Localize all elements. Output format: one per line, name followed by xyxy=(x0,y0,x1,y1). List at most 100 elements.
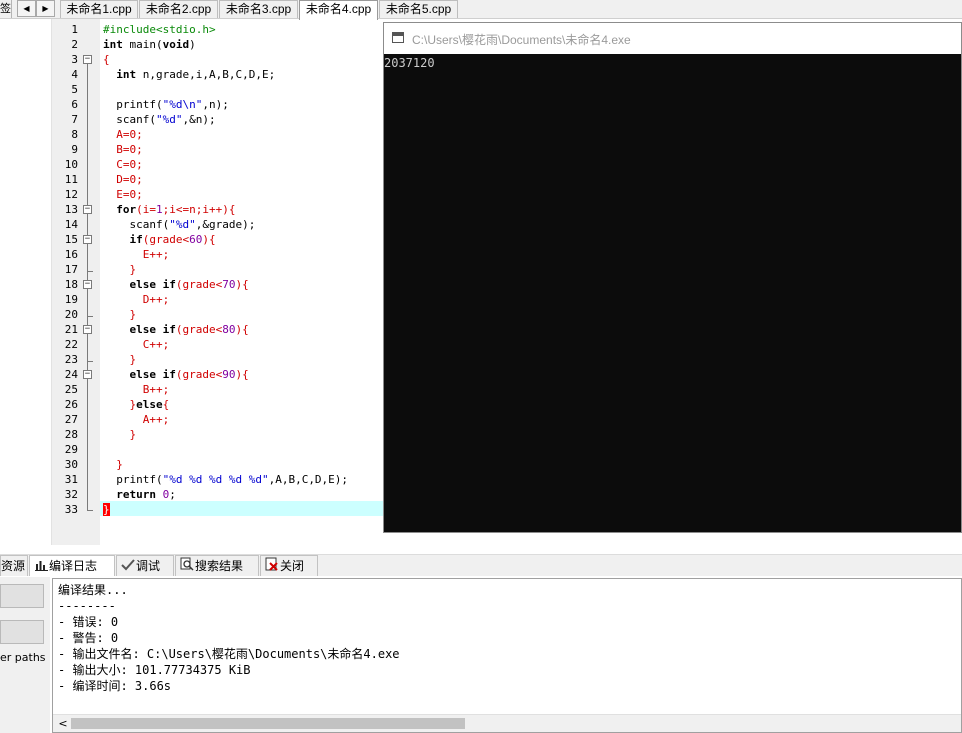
code-line-4: int n,grade,i,A,B,C,D,E; xyxy=(103,68,276,81)
code-line-28: } xyxy=(103,428,137,441)
line-number: 10 xyxy=(64,158,78,171)
line-number: 21 xyxy=(64,323,78,336)
line-number: 2 xyxy=(71,38,78,51)
line-number: 17 xyxy=(64,263,78,276)
log-line: - 编译时间: 3.66s xyxy=(58,679,172,693)
code-line-21: else if(grade<80){ xyxy=(103,323,249,336)
line-number: 20 xyxy=(64,308,78,321)
line-number: 6 xyxy=(71,98,78,111)
line-number: 18 xyxy=(64,278,78,291)
code-line-33: } xyxy=(103,503,110,516)
tab-file-1[interactable]: 未命名1.cpp xyxy=(60,0,138,18)
fold-end-line-23 xyxy=(87,361,93,362)
code-line-23: } xyxy=(103,353,137,366)
fold-end-line-20 xyxy=(87,316,93,317)
log-line: - 错误: 0 xyxy=(58,615,119,629)
code-line-11: D=0; xyxy=(103,173,143,186)
fold-toggle-line-21[interactable]: − xyxy=(83,325,92,334)
code-line-30: } xyxy=(103,458,123,471)
fold-toggle-line-13[interactable]: − xyxy=(83,205,92,214)
fold-toggle-line-18[interactable]: − xyxy=(83,280,92,289)
log-line: - 输出文件名: C:\Users\樱花雨\Documents\未命名4.exe xyxy=(58,647,400,661)
tab-scroll-right-button[interactable]: ▶ xyxy=(36,0,55,17)
log-line: -------- xyxy=(58,599,116,613)
scroll-thumb[interactable] xyxy=(71,718,465,729)
console-body[interactable]: 2037120 xyxy=(384,54,961,532)
line-number: 14 xyxy=(64,218,78,231)
fold-end-line-33 xyxy=(87,510,93,511)
compile-log[interactable]: 编译结果... -------- - 错误: 0 - 警告: 0 - 输出文件名… xyxy=(52,578,962,733)
fold-toggle-line-24[interactable]: − xyxy=(83,370,92,379)
line-number: 32 xyxy=(64,488,78,501)
code-line-10: C=0; xyxy=(103,158,143,171)
console-window[interactable]: C:\Users\樱花雨\Documents\未命名4.exe 2037120 xyxy=(383,22,962,533)
log-line: - 输出大小: 101.77734375 KiB xyxy=(58,663,251,677)
line-number: 4 xyxy=(71,68,78,81)
tab-left-stub[interactable]: 签 xyxy=(0,0,12,18)
search-icon xyxy=(179,557,195,577)
line-number: 27 xyxy=(64,413,78,426)
line-number: 7 xyxy=(71,113,78,126)
tab-scroll-left-button[interactable]: ◀ xyxy=(17,0,36,17)
line-number: 11 xyxy=(64,173,78,186)
compile-option-button-1[interactable] xyxy=(0,584,44,608)
scroll-left-arrow[interactable]: < xyxy=(56,716,70,731)
console-title: C:\Users\樱花雨\Documents\未命名4.exe xyxy=(412,33,631,47)
line-number: 31 xyxy=(64,473,78,486)
compile-option-button-2[interactable] xyxy=(0,620,44,644)
code-line-7: scanf("%d",&n); xyxy=(103,113,216,126)
code-line-26: }else{ xyxy=(103,398,170,411)
checkmark-icon xyxy=(120,557,136,577)
tab-resources[interactable]: 资源 xyxy=(0,555,28,576)
log-horizontal-scrollbar[interactable]: < xyxy=(53,714,961,732)
line-number: 28 xyxy=(64,428,78,441)
code-line-22: C++; xyxy=(103,338,170,351)
line-number: 1 xyxy=(71,23,78,36)
line-number: 8 xyxy=(71,128,78,141)
tab-search-results[interactable]: 搜索结果 xyxy=(175,555,259,576)
tab-file-2[interactable]: 未命名2.cpp xyxy=(139,0,218,18)
code-line-20: } xyxy=(103,308,137,321)
log-line: - 警告: 0 xyxy=(58,631,119,645)
current-line-highlight xyxy=(100,501,383,516)
code-line-31: printf("%d %d %d %d %d",A,B,C,D,E); xyxy=(103,473,349,486)
code-line-12: E=0; xyxy=(103,188,143,201)
code-line-17: } xyxy=(103,263,137,276)
line-number: 19 xyxy=(64,293,78,306)
fold-toggle-line-3[interactable]: − xyxy=(83,55,92,64)
tab-file-5[interactable]: 未命名5.cpp xyxy=(379,0,458,18)
line-number: 3 xyxy=(71,53,78,66)
code-line-16: E++; xyxy=(103,248,170,261)
line-number: 15 xyxy=(64,233,78,246)
line-number: 13 xyxy=(64,203,78,216)
code-line-2: int main(void) xyxy=(103,38,196,51)
line-number: 26 xyxy=(64,398,78,411)
tab-debug[interactable]: 调试 xyxy=(116,555,174,576)
console-titlebar[interactable]: C:\Users\樱花雨\Documents\未命名4.exe xyxy=(384,23,961,54)
tab-file-4[interactable]: 未命名4.cpp xyxy=(299,0,378,20)
code-line-15: if(grade<60){ xyxy=(103,233,216,246)
paths-label: er paths xyxy=(0,651,46,664)
code-line-18: else if(grade<70){ xyxy=(103,278,249,291)
line-number: 29 xyxy=(64,443,78,456)
code-line-14: scanf("%d",&grade); xyxy=(103,218,256,231)
tab-compile-log[interactable]: 编译日志 xyxy=(29,555,115,576)
line-number: 5 xyxy=(71,83,78,96)
code-line-24: else if(grade<90){ xyxy=(103,368,249,381)
code-line-8: A=0; xyxy=(103,128,143,141)
tab-file-3[interactable]: 未命名3.cpp xyxy=(219,0,298,18)
tab-close[interactable]: 关闭 xyxy=(260,555,318,576)
line-number: 30 xyxy=(64,458,78,471)
code-line-6: printf("%d\n",n); xyxy=(103,98,229,111)
line-number: 22 xyxy=(64,338,78,351)
fold-toggle-line-15[interactable]: − xyxy=(83,235,92,244)
code-line-27: A++; xyxy=(103,413,170,426)
line-number: 9 xyxy=(71,143,78,156)
log-line: 编译结果... xyxy=(58,583,128,597)
code-line-3: { xyxy=(103,53,110,66)
line-number: 12 xyxy=(64,188,78,201)
line-number: 33 xyxy=(64,503,78,516)
line-number: 16 xyxy=(64,248,78,261)
code-line-1: #include<stdio.h> xyxy=(103,23,216,36)
fold-end-line-17 xyxy=(87,271,93,272)
